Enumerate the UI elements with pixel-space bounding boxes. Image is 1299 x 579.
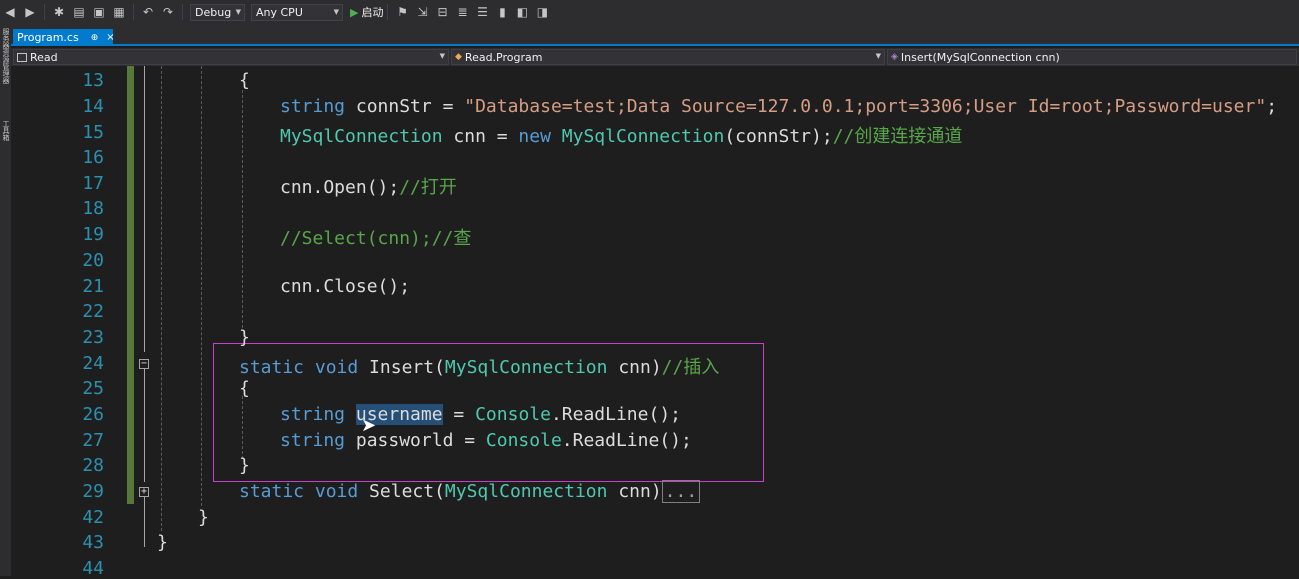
chevron-down-icon: ▼ bbox=[333, 7, 339, 16]
mouse-cursor-icon: ➤ bbox=[361, 415, 377, 436]
navigation-bar: Read ▼ ◆ Read.Program ▼ ◈ Insert(MySqlCo… bbox=[11, 48, 1299, 66]
member-dropdown[interactable]: ◈ Insert(MySqlConnection cnn) bbox=[887, 49, 1297, 65]
code-line-25: { bbox=[239, 378, 250, 399]
code-line-23: } bbox=[239, 327, 250, 348]
config-dropdown[interactable]: Debug ▼ bbox=[190, 3, 245, 21]
line-number: 24 bbox=[82, 353, 104, 374]
indent-guide bbox=[201, 66, 202, 506]
code-editor[interactable]: 13 14 15 16 17 18 19 20 21 22 23 24 25 2… bbox=[11, 66, 1299, 579]
line-number: 29 bbox=[82, 481, 104, 502]
code-line-26: string username = Console.ReadLine(); bbox=[280, 404, 681, 425]
code-line-28: } bbox=[239, 455, 250, 476]
code-line-42: } bbox=[198, 507, 209, 528]
start-button[interactable]: ▶ 启动 bbox=[350, 4, 383, 20]
line-number: 23 bbox=[82, 327, 104, 348]
bookmark-prev-icon[interactable]: ◧ bbox=[514, 3, 530, 21]
platform-value: Any CPU bbox=[256, 5, 303, 19]
line-number: 42 bbox=[82, 507, 104, 528]
indent-guide bbox=[161, 66, 162, 531]
line-number: 16 bbox=[82, 147, 104, 168]
code-line-24: static void Insert(MySqlConnection cnn)/… bbox=[239, 357, 720, 378]
outline-line bbox=[144, 497, 145, 547]
project-dropdown[interactable]: Read ▼ bbox=[13, 49, 449, 65]
config-value: Debug bbox=[195, 5, 232, 19]
change-tracking-bar bbox=[127, 66, 134, 504]
line-number: 15 bbox=[82, 122, 104, 143]
outline-line bbox=[144, 66, 145, 352]
play-icon: ▶ bbox=[350, 5, 359, 19]
line-number: 22 bbox=[82, 301, 104, 322]
browser-link-icon[interactable]: ⚑ bbox=[394, 3, 410, 21]
undo-icon[interactable]: ↶ bbox=[140, 3, 156, 21]
member-label: Insert(MySqlConnection cnn) bbox=[900, 50, 1060, 64]
collapse-icon[interactable]: − bbox=[139, 359, 149, 369]
project-label: Read bbox=[30, 50, 58, 64]
line-number: 20 bbox=[82, 250, 104, 271]
save-all-icon[interactable]: ▦ bbox=[111, 3, 127, 21]
toolbar-divider bbox=[44, 4, 45, 20]
start-label: 启动 bbox=[361, 6, 384, 19]
code-line-13: { bbox=[239, 70, 250, 91]
class-dropdown[interactable]: ◆ Read.Program ▼ bbox=[451, 49, 885, 65]
code-line-19: //Select(cnn);//查 bbox=[280, 228, 472, 249]
line-number: 14 bbox=[82, 96, 104, 117]
tab-label: Program.cs bbox=[17, 31, 79, 44]
main-toolbar: ◀ ▶ ✱ ▤ ▣ ▦ ↶ ↷ Debug ▼ Any CPU ▼ ▶ 启动 ⚑ ⇲ … bbox=[0, 0, 1299, 24]
code-line-27: string passworld = Console.ReadLine(); bbox=[280, 430, 692, 451]
tab-program-cs[interactable]: Program.cs ⊕ × bbox=[13, 29, 115, 46]
left-tool-strip: 服务器资源管理器 工具箱 bbox=[0, 24, 11, 576]
line-number: 28 bbox=[82, 455, 104, 476]
line-number: 27 bbox=[82, 430, 104, 451]
line-number: 21 bbox=[82, 276, 104, 297]
code-line-21: cnn.Close(); bbox=[280, 276, 411, 297]
server-explorer-tab[interactable]: 服务器资源管理器 bbox=[1, 28, 10, 84]
code-line-14: string connStr = "Database=test;Data Sou… bbox=[280, 96, 1278, 117]
code-line-17: cnn.Open();//打开 bbox=[280, 177, 457, 198]
toolbar-divider bbox=[133, 4, 134, 20]
outline-line bbox=[144, 369, 145, 482]
step-icon[interactable]: ⇲ bbox=[414, 3, 430, 21]
collapsed-region-button[interactable]: ... bbox=[661, 480, 701, 503]
chevron-down-icon: ▼ bbox=[439, 52, 445, 60]
align-icon[interactable]: ⊟ bbox=[434, 3, 450, 21]
toolbox-tab[interactable]: 工具箱 bbox=[1, 120, 10, 141]
forward-icon[interactable]: ▶ bbox=[22, 3, 38, 21]
document-tab-bar: Program.cs ⊕ × bbox=[11, 24, 1299, 46]
line-number: 18 bbox=[82, 198, 104, 219]
comment-icon[interactable]: ☰ bbox=[474, 3, 490, 21]
toolbar-divider bbox=[182, 4, 183, 20]
chevron-down-icon: ▼ bbox=[875, 52, 881, 60]
back-icon[interactable]: ◀ bbox=[2, 3, 18, 21]
open-folder-icon[interactable]: ▤ bbox=[71, 3, 87, 21]
indent-icon[interactable]: ≣ bbox=[454, 3, 470, 21]
indent-guide bbox=[242, 90, 243, 328]
new-project-icon[interactable]: ✱ bbox=[51, 3, 67, 21]
class-icon: ◆ bbox=[455, 52, 462, 62]
toolbar-divider bbox=[387, 4, 389, 20]
line-number: 25 bbox=[82, 378, 104, 399]
line-number: 43 bbox=[82, 532, 104, 553]
pin-icon[interactable]: ⊕ bbox=[91, 33, 99, 43]
class-label: Read.Program bbox=[464, 50, 543, 64]
project-icon bbox=[17, 52, 27, 62]
method-icon: ◈ bbox=[891, 52, 898, 62]
line-number: 17 bbox=[82, 173, 104, 194]
line-number: 13 bbox=[82, 70, 104, 91]
code-line-43: } bbox=[157, 532, 168, 553]
chevron-down-icon: ▼ bbox=[235, 7, 241, 16]
platform-dropdown[interactable]: Any CPU ▼ bbox=[251, 3, 343, 21]
bookmark-next-icon[interactable]: ◨ bbox=[534, 3, 550, 21]
code-line-15: MySqlConnection cnn = new MySqlConnectio… bbox=[280, 126, 963, 147]
expand-icon[interactable]: + bbox=[139, 487, 149, 497]
save-icon[interactable]: ▣ bbox=[91, 3, 107, 21]
line-number: 26 bbox=[82, 404, 104, 425]
code-line-29: static void Select(MySqlConnection cnn).… bbox=[239, 480, 701, 503]
line-number: 19 bbox=[82, 224, 104, 245]
bookmark-icon[interactable]: ▮ bbox=[494, 3, 510, 21]
redo-icon[interactable]: ↷ bbox=[160, 3, 176, 21]
close-icon[interactable]: × bbox=[106, 32, 114, 43]
